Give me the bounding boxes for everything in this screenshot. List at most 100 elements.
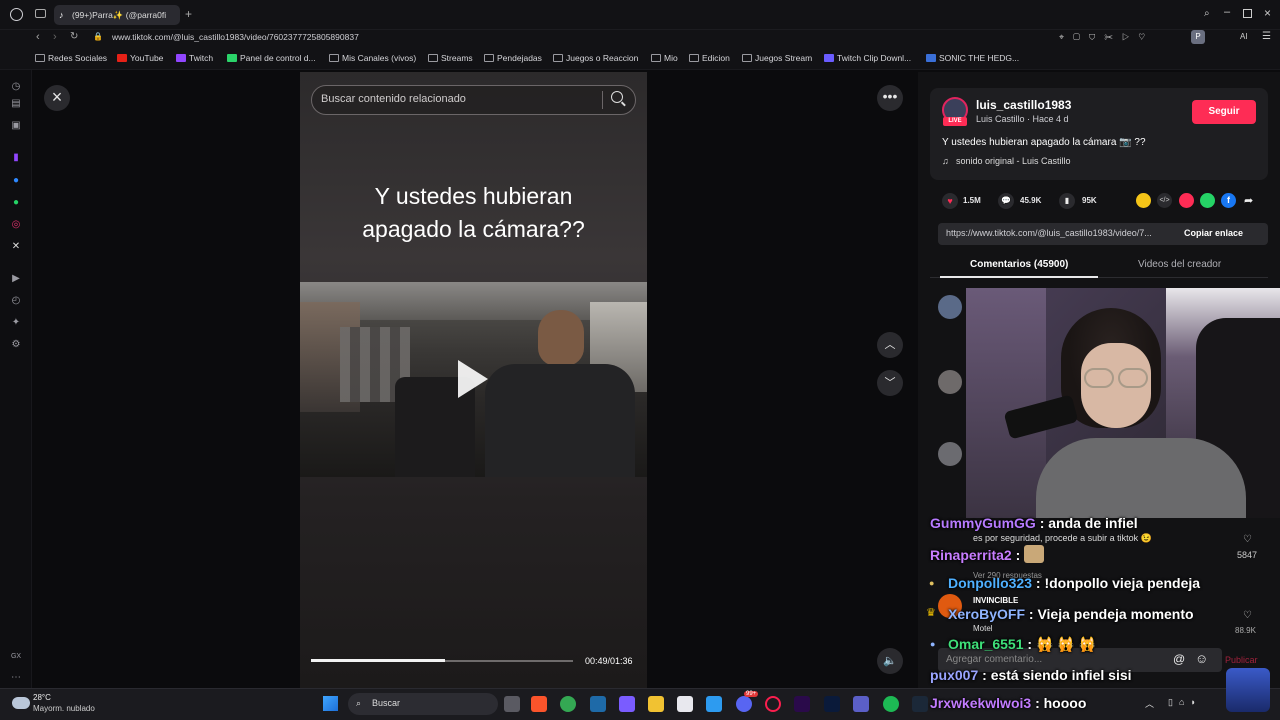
emoji-icon[interactable]: ☺	[1195, 651, 1208, 666]
send-to-friends-icon[interactable]	[1179, 193, 1194, 208]
gx-icon[interactable]: GX	[10, 651, 22, 663]
bookmark-mis-canales[interactable]: Mis Canales (vivos)	[329, 53, 416, 63]
reload-icon[interactable]: ↻	[70, 31, 78, 42]
tab-manager-icon[interactable]	[35, 9, 46, 18]
bookmark-juegos-stream[interactable]: Juegos Stream	[742, 53, 812, 63]
copilot-icon[interactable]	[619, 696, 635, 712]
browser-tab[interactable]: ♪ (99+)Parra✨ (@parra0fi	[54, 5, 180, 25]
next-video-button[interactable]: ﹀	[877, 370, 903, 396]
maximize-icon[interactable]	[1243, 9, 1252, 18]
windows-start-icon[interactable]	[323, 696, 338, 711]
bookmark-redes-sociales[interactable]: Redes Sociales	[35, 53, 107, 63]
webcam-wall	[966, 288, 1046, 518]
bookmark-icon[interactable]: ▮	[1059, 193, 1075, 209]
file-explorer-icon[interactable]	[648, 696, 664, 712]
video-link[interactable]: https://www.tiktok.com/@luis_castillo198…	[946, 228, 1171, 238]
cloud-weather-icon[interactable]	[12, 697, 30, 709]
chrome-icon[interactable]	[560, 696, 576, 712]
forward-icon[interactable]: ›	[53, 31, 57, 43]
opera-gx-logo-icon[interactable]	[10, 8, 23, 21]
previous-video-button[interactable]: ︿	[877, 332, 903, 358]
like-heart-icon[interactable]: ♥	[942, 193, 958, 209]
video-progress-fill[interactable]	[311, 659, 445, 662]
speed-dial-icon[interactable]: ◷	[10, 81, 22, 93]
ai-button[interactable]: AI	[1240, 32, 1248, 41]
photoshop-icon[interactable]	[824, 696, 840, 712]
comment-avatar[interactable]	[938, 295, 962, 319]
player-icon[interactable]: ▶	[10, 273, 22, 285]
bookmark-twitch[interactable]: Twitch	[176, 53, 213, 63]
follow-button[interactable]: Seguir	[1192, 100, 1256, 124]
address-input[interactable]: www.tiktok.com/@luis_castillo1983/video/…	[112, 32, 359, 42]
back-icon[interactable]: ‹	[36, 31, 40, 43]
comment-icon[interactable]: 💬	[998, 193, 1014, 209]
weather-temp[interactable]: 28°C	[33, 693, 51, 702]
discord-icon[interactable]	[736, 696, 752, 712]
caption-line-2: apagado la cámara??	[362, 216, 585, 242]
x-twitter-icon[interactable]: ✕	[10, 241, 22, 253]
search-tabs-icon[interactable]: ⌕	[1204, 8, 1210, 19]
comment-like-icon[interactable]: ♡	[1243, 610, 1252, 621]
publish-button[interactable]: Publicar	[1225, 655, 1258, 665]
history-icon[interactable]: ◴	[10, 295, 22, 307]
twitch-icon[interactable]: ▮	[10, 152, 22, 164]
chat-username: GummyGumGG	[930, 515, 1036, 531]
tab-comments[interactable]: Comentarios (45900)	[970, 259, 1068, 270]
spotify-icon[interactable]	[883, 696, 899, 712]
bookmark-twitch-clip[interactable]: Twitch Clip Downl...	[824, 53, 911, 63]
minimize-icon[interactable]: –	[1224, 6, 1230, 18]
extension-icons[interactable]: ⌖▢⛉✂▷♡	[1059, 32, 1154, 43]
gx-control-icon[interactable]: ▤	[10, 98, 22, 110]
brave-icon[interactable]	[531, 696, 547, 712]
close-video-button[interactable]: ×	[44, 85, 70, 111]
share-arrow-icon[interactable]: ➦	[1244, 194, 1253, 207]
instagram-icon[interactable]: ◎	[10, 219, 22, 231]
whatsapp-icon[interactable]: ●	[10, 197, 22, 209]
bookmark-panel[interactable]: Panel de control d...	[227, 53, 316, 63]
tab-creator-videos[interactable]: Videos del creador	[1138, 259, 1221, 270]
comment-avatar[interactable]	[938, 442, 962, 466]
play-icon[interactable]	[458, 360, 488, 398]
premiere-icon[interactable]	[794, 696, 810, 712]
comment-like-icon[interactable]: ♡	[1243, 534, 1252, 545]
bookmark-sonic[interactable]: SONIC THE HEDG...	[926, 53, 1019, 63]
messenger-icon[interactable]: ●	[10, 175, 22, 187]
opera-gx-taskbar-icon[interactable]	[765, 696, 781, 712]
gx-corner-icon[interactable]: ▣	[10, 120, 22, 132]
vscode-icon[interactable]	[590, 696, 606, 712]
whatsapp-share-icon[interactable]	[1200, 193, 1215, 208]
facebook-share-icon[interactable]: f	[1221, 193, 1236, 208]
close-window-icon[interactable]: ×	[1264, 6, 1271, 20]
tray-chevron-icon[interactable]: ︿	[1145, 697, 1154, 710]
crown-badge-icon: ♛	[926, 607, 936, 619]
task-view-icon[interactable]	[504, 696, 520, 712]
profile-avatar[interactable]: P	[1191, 30, 1205, 44]
copy-link-button[interactable]: Copiar enlace	[1184, 228, 1243, 238]
sound-name[interactable]: sonido original - Luis Castillo	[956, 156, 1071, 166]
menu-icon[interactable]: ☰	[1262, 31, 1271, 42]
more-options-button[interactable]: •••	[877, 85, 903, 111]
coin-icon[interactable]	[1136, 193, 1151, 208]
creator-username[interactable]: luis_castillo1983	[976, 98, 1071, 112]
steam-icon[interactable]	[912, 696, 928, 712]
comment-avatar[interactable]	[938, 370, 962, 394]
app-icon[interactable]	[706, 696, 722, 712]
more-icon[interactable]: ⋯	[10, 672, 22, 684]
embed-code-icon[interactable]: </>	[1157, 193, 1172, 208]
store-icon[interactable]	[677, 696, 693, 712]
teams-icon[interactable]	[853, 696, 869, 712]
bookmark-edicion[interactable]: Edicion	[689, 53, 730, 63]
taskbar-search[interactable]	[348, 693, 498, 715]
bookmark-streams[interactable]: Streams	[428, 53, 473, 63]
bookmark-mio[interactable]: Mio	[651, 53, 678, 63]
settings-gear-icon[interactable]: ⚙	[10, 339, 22, 351]
tray-icons[interactable]: ▯⌂◗	[1168, 697, 1202, 708]
volume-button[interactable]: 🔈	[877, 648, 903, 674]
extensions-icon[interactable]: ✦	[10, 317, 22, 329]
new-tab-plus-icon[interactable]: +	[185, 7, 192, 21]
comment-username[interactable]: INVINCIBLE	[973, 596, 1018, 605]
mention-icon[interactable]: @	[1173, 652, 1185, 666]
bookmark-youtube[interactable]: YouTube	[117, 53, 163, 63]
bookmark-pendejadas[interactable]: Pendejadas	[484, 53, 542, 63]
bookmark-juegos-reaccion[interactable]: Juegos o Reaccion	[553, 53, 638, 63]
